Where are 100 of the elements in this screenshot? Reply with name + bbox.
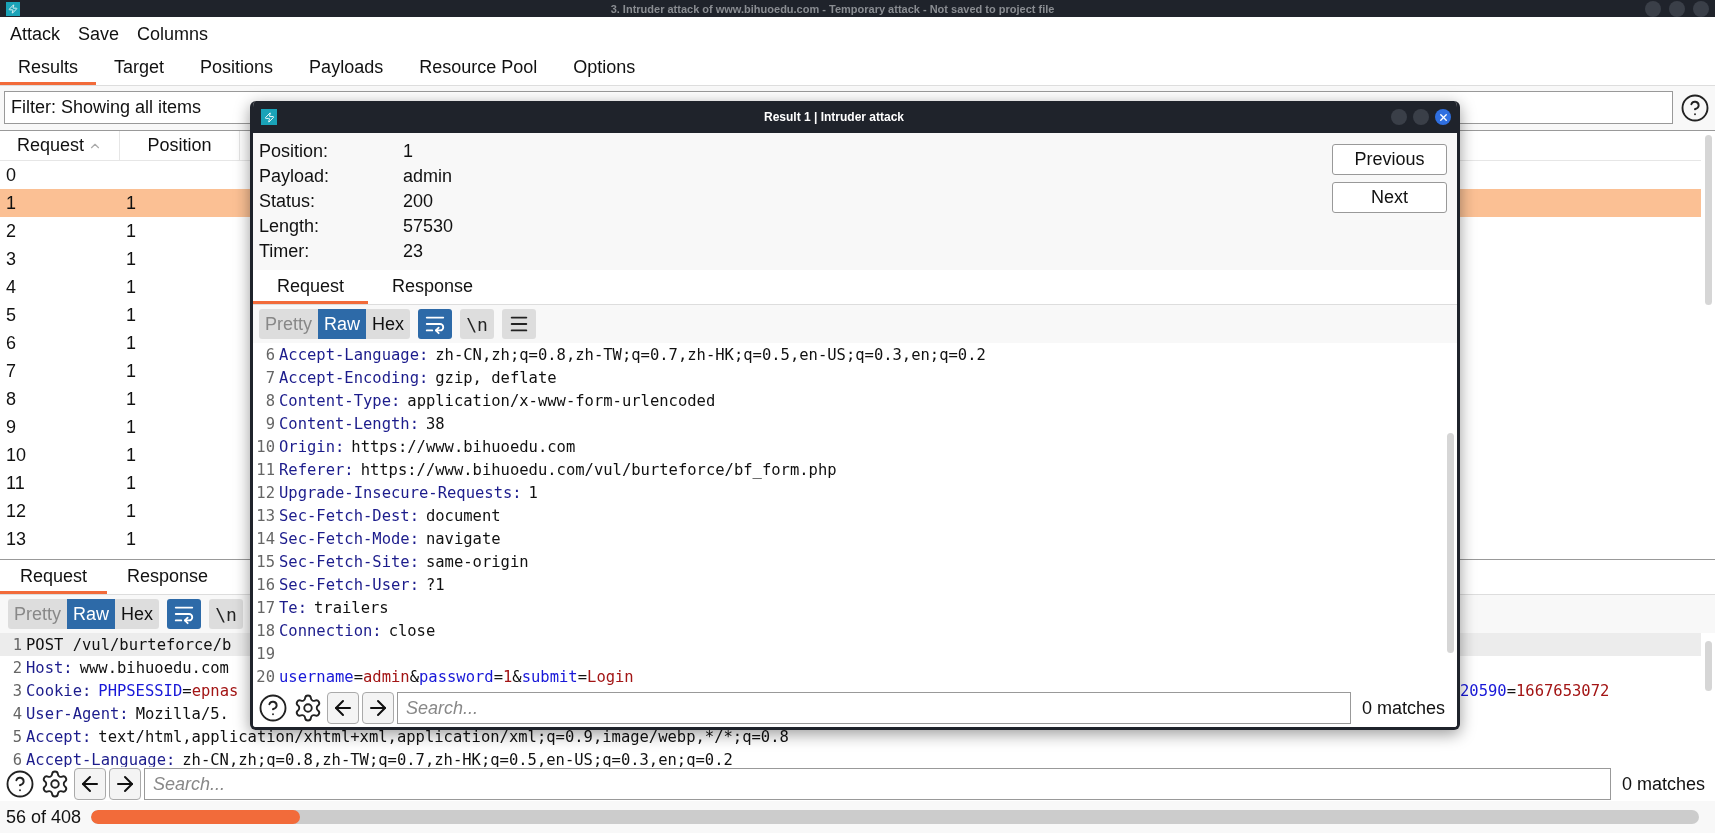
code-line: Te: trailers [279, 598, 389, 617]
search-field[interactable]: Search... [144, 768, 1611, 800]
code-line: Content-Length: 38 [279, 414, 445, 433]
back-button[interactable] [74, 768, 106, 800]
wrap-lines-button[interactable] [418, 309, 453, 339]
table-cell: 8 [6, 388, 16, 410]
code-line: Referer: https://www.bihuoedu.com/vul/burteforce/bf_form.php [279, 460, 837, 479]
back-button[interactable] [327, 692, 359, 724]
table-cell: 1 [126, 248, 136, 270]
table-cell: 1 [126, 500, 136, 522]
menu-item[interactable]: Attack [10, 24, 61, 45]
table-cell: 1 [126, 220, 136, 242]
field-value: 200 [403, 191, 435, 213]
match-count: 0 matches [1360, 697, 1446, 719]
tab[interactable]: Options [555, 52, 654, 85]
line-number: 19 [255, 644, 276, 663]
code-line: Host: www.bihuoedu.com [26, 658, 229, 677]
scrollbar[interactable] [1446, 433, 1454, 653]
field-value: 57530 [403, 216, 455, 238]
code-line: Accept: text/html,application/xhtml+xml,application/xml;q=0.9,image/webp,*/*;q=0.8 [26, 727, 789, 746]
code-line: Connection: close [279, 621, 436, 640]
search-field[interactable]: Search... [397, 692, 1351, 724]
line-number: 20 [255, 667, 276, 686]
tab[interactable]: Positions [182, 52, 292, 85]
table-cell: 1 [126, 304, 136, 326]
nav-button[interactable]: Next [1332, 182, 1447, 213]
code-line: Accept-Language: zh-CN,zh;q=0.8,zh-TW;q=0.7,zh-HK;q=0.5,en-US;q=0.3,en;q=0.2 [26, 750, 733, 767]
table-cell: 11 [6, 472, 25, 494]
table-cell: 1 [126, 416, 136, 438]
help-icon[interactable] [4, 768, 36, 800]
line-number: 10 [255, 437, 276, 456]
code-line: Sec-Fetch-Dest: document [279, 506, 501, 525]
line-number: 17 [255, 598, 276, 617]
code-line: username=admin&password=1&submit=Login [279, 667, 634, 686]
window-title: 3. Intruder attack of www.bihuoedu.com - Temporary attack - Not saved to project file [609, 2, 1056, 15]
code-line: Sec-Fetch-User: ?1 [279, 575, 445, 594]
table-cell: 1 [126, 472, 136, 494]
tab[interactable]: Results [0, 52, 97, 85]
code-line: Accept-Encoding: gzip, deflate [279, 368, 557, 387]
scrollbar[interactable] [1704, 641, 1712, 691]
line-number: 15 [255, 552, 276, 571]
tab[interactable]: Request [0, 560, 108, 594]
table-cell: 10 [6, 444, 27, 466]
tab[interactable]: Response [107, 560, 229, 594]
view-tab[interactable]: Hex [115, 599, 160, 629]
line-number: 9 [264, 414, 276, 433]
field-label: Payload: [259, 166, 331, 188]
table-cell: 1 [126, 388, 136, 410]
forward-button[interactable] [109, 768, 141, 800]
code-line: Upgrade-Insecure-Requests: 1 [279, 483, 538, 502]
tab[interactable]: Request [253, 270, 369, 304]
forward-button[interactable] [362, 692, 394, 724]
line-number: 8 [264, 391, 276, 410]
table-cell: 1 [126, 276, 136, 298]
view-tab[interactable]: Raw [318, 309, 367, 339]
column-header[interactable]: Request [0, 131, 120, 160]
column-header[interactable]: Position [120, 131, 240, 160]
code-line: Origin: https://www.bihuoedu.com [279, 437, 576, 456]
tab[interactable]: Response [368, 270, 498, 304]
newline-button[interactable]: \n [209, 599, 244, 629]
field-value: 1 [403, 141, 414, 163]
line-number: 2 [11, 658, 23, 677]
app-icon [261, 109, 277, 125]
wrap-lines-button[interactable] [167, 599, 202, 629]
line-number: 6 [264, 345, 276, 364]
code-line: Accept-Language: zh-CN,zh;q=0.8,zh-TW;q=0.7,zh-HK;q=0.5,en-US;q=0.3,en;q=0.2 [279, 345, 986, 364]
table-cell: 5 [6, 304, 16, 326]
line-number: 6 [11, 750, 23, 767]
menu-button[interactable] [502, 309, 537, 339]
table-cell: 1 [126, 332, 136, 354]
field-value: 23 [403, 241, 425, 263]
line-number: 13 [255, 506, 276, 525]
line-number: 16 [255, 575, 276, 594]
table-cell: 9 [6, 416, 16, 438]
tab[interactable]: Payloads [291, 52, 402, 85]
field-label: Timer: [259, 241, 311, 263]
line-number: 3 [11, 681, 23, 700]
menu-item[interactable]: Save [78, 24, 120, 45]
menu-item[interactable]: Columns [137, 24, 209, 45]
code-line: Sec-Fetch-Mode: navigate [279, 529, 501, 548]
tab[interactable]: Resource Pool [401, 52, 556, 85]
code-line: Cookie: PHPSESSID=epnas [26, 681, 239, 700]
view-tab[interactable]: Raw [67, 599, 116, 629]
code-line: User-Agent: Mozilla/5. [26, 704, 229, 723]
table-cell: 1 [126, 360, 136, 382]
scrollbar[interactable] [1704, 135, 1712, 305]
table-cell: 12 [6, 500, 27, 522]
line-number: 5 [11, 727, 23, 746]
help-icon[interactable] [257, 692, 289, 724]
field-label: Status: [259, 191, 317, 213]
table-cell: 1 [126, 192, 136, 214]
newline-button[interactable]: \n [460, 309, 495, 339]
table-cell: 1 [126, 528, 136, 550]
table-cell: 3 [6, 248, 16, 270]
code-line: Content-Type: application/x-www-form-urlencoded [279, 391, 716, 410]
view-tab[interactable]: Hex [366, 309, 411, 339]
nav-button[interactable]: Previous [1332, 144, 1447, 175]
field-value: admin [403, 166, 454, 188]
tab[interactable]: Target [96, 52, 183, 85]
code-line: POST /vul/burteforce/b [26, 635, 232, 654]
